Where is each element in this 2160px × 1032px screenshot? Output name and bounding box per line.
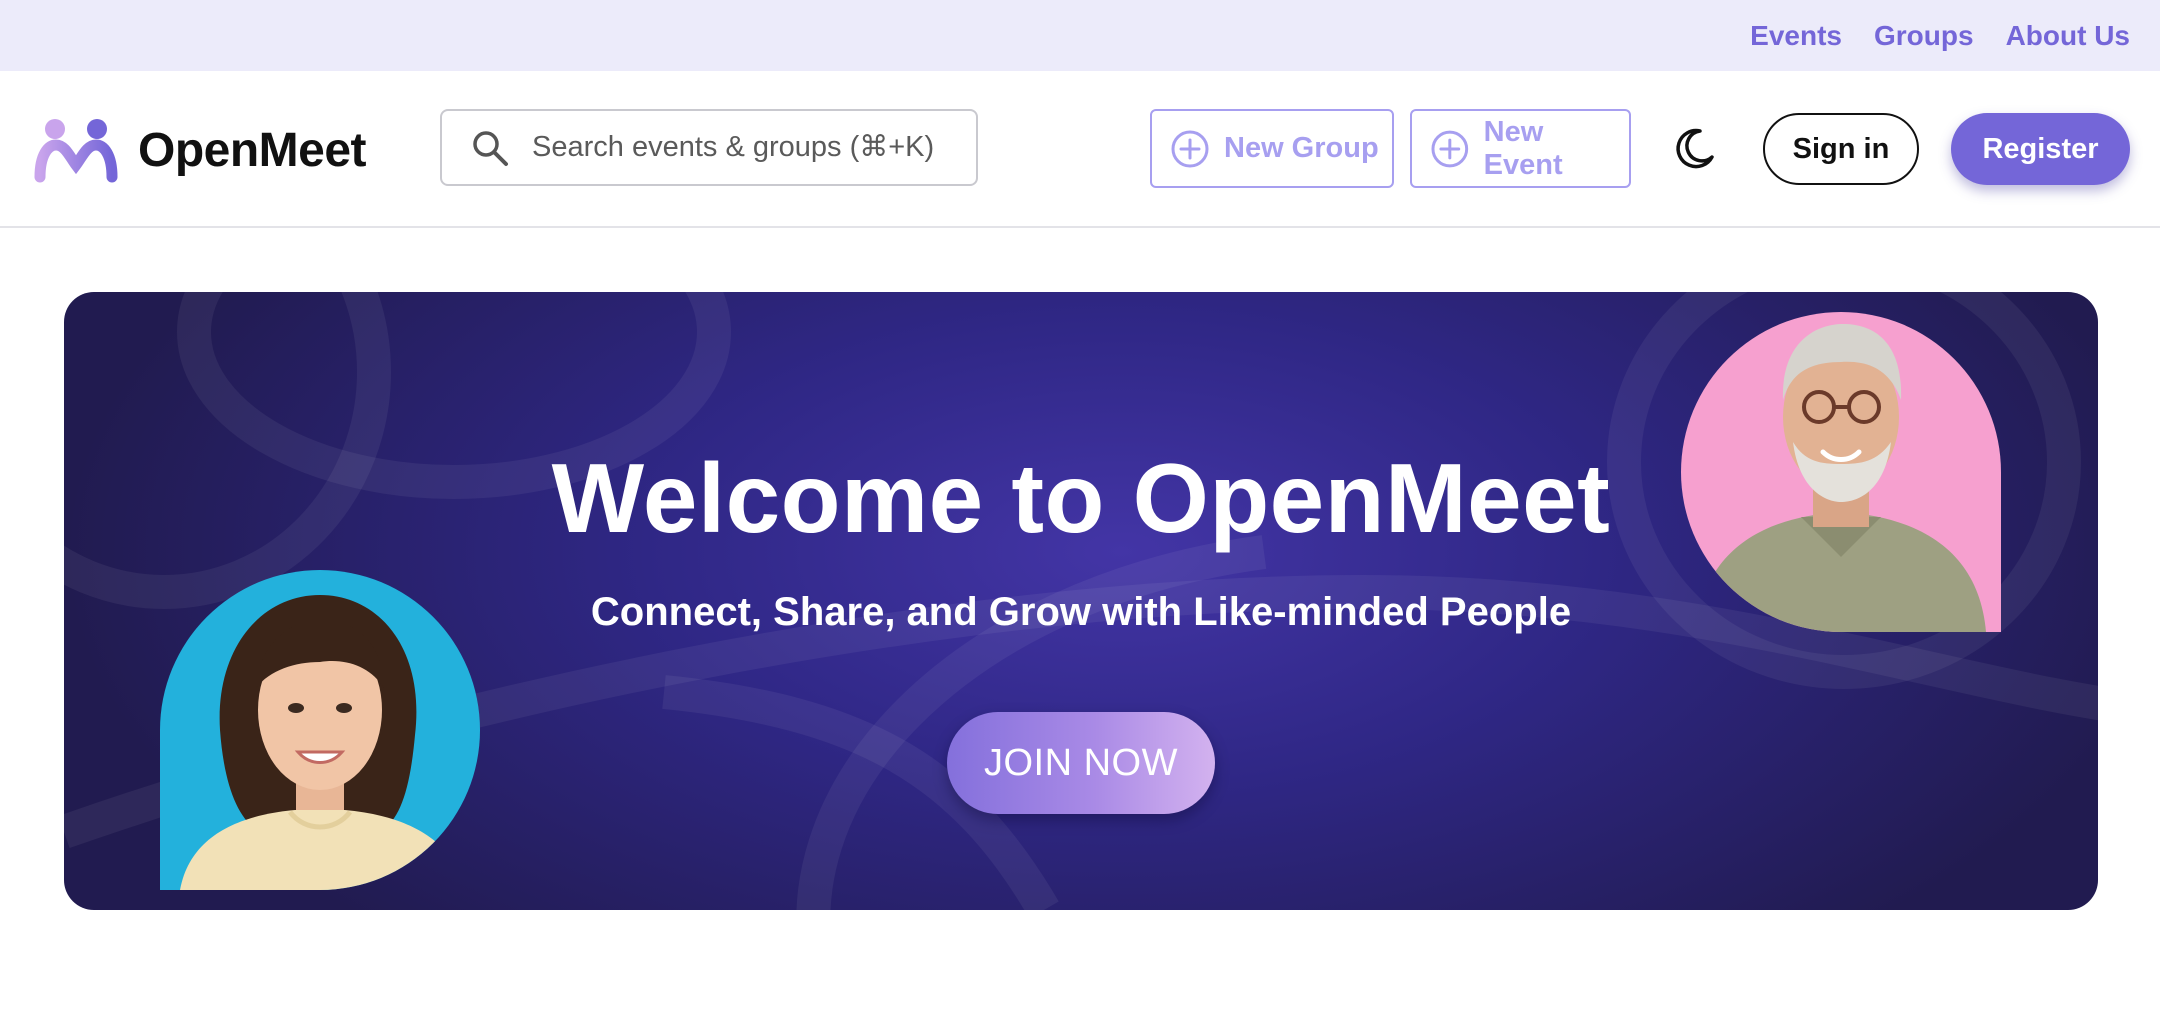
main-header: OpenMeet New Group New Event Sign in Reg… [0, 71, 2160, 228]
logo-link[interactable]: OpenMeet [34, 117, 367, 183]
top-nav-events-link[interactable]: Events [1750, 20, 1842, 52]
top-nav-groups-link[interactable]: Groups [1874, 20, 1974, 52]
search-icon [473, 130, 508, 166]
search-input[interactable] [530, 130, 974, 165]
top-utility-bar: Events Groups About Us [0, 0, 2160, 71]
top-nav: Events Groups About Us [1750, 0, 2130, 71]
moon-icon[interactable] [1672, 127, 1716, 171]
search-box[interactable] [440, 109, 978, 186]
hero-subtitle: Connect, Share, and Grow with Like-minde… [590, 590, 1572, 634]
register-button[interactable]: Register [1951, 113, 2130, 185]
new-event-label: New Event [1483, 115, 1563, 181]
new-group-button[interactable]: New Group [1150, 109, 1394, 188]
brand-name: OpenMeet [138, 123, 367, 177]
openmeet-logo-icon [34, 119, 118, 183]
hero-banner: Welcome to OpenMeet Connect, Share, and … [64, 292, 2098, 910]
new-group-label: New Group [1224, 132, 1379, 164]
add-circle-icon [1171, 130, 1209, 167]
new-event-button[interactable]: New Event [1410, 109, 1631, 188]
sign-in-button[interactable]: Sign in [1763, 113, 1919, 185]
join-now-button[interactable]: JOIN NOW [947, 712, 1215, 814]
top-nav-about-us-link[interactable]: About Us [2006, 20, 2130, 52]
add-circle-icon [1431, 130, 1469, 167]
hero-title: Welcome to OpenMeet [551, 443, 1611, 553]
